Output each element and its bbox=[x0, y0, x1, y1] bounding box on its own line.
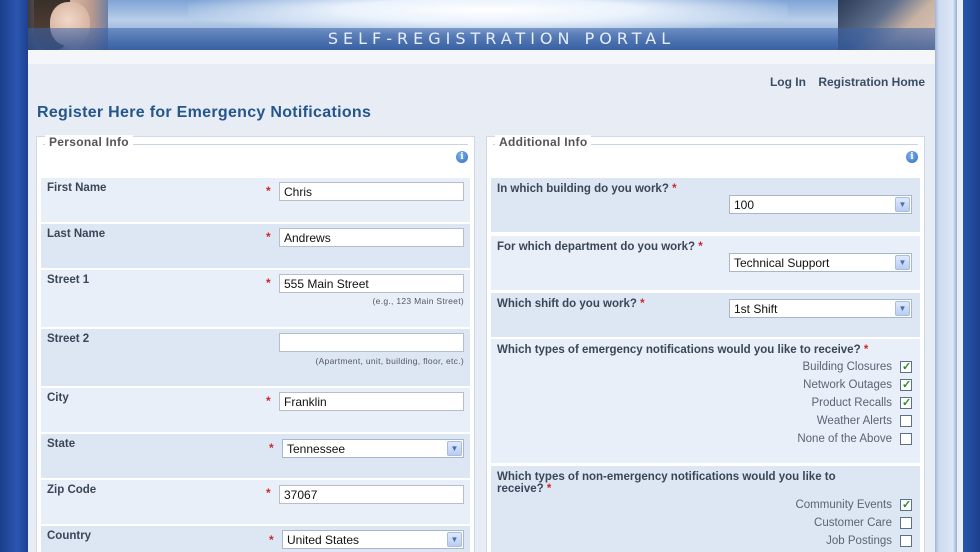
non-emergency-label: Which types of non-emergency notificatio… bbox=[497, 471, 836, 495]
personal-info-legend: Personal Info bbox=[45, 135, 133, 149]
first-name-row: First Name * Chris bbox=[41, 177, 470, 222]
option-label: Building Closures bbox=[802, 361, 893, 373]
community-events-checkbox[interactable] bbox=[900, 498, 912, 511]
shift-label: Which shift do you work? * bbox=[497, 298, 645, 310]
department-select[interactable]: Technical Support ▼ bbox=[729, 253, 912, 272]
city-label: City bbox=[47, 392, 69, 404]
street1-field[interactable]: 555 Main Street bbox=[279, 274, 464, 293]
state-row: State * Tennessee ▼ bbox=[41, 433, 470, 478]
required-mark: * bbox=[266, 184, 271, 198]
window-frame-left bbox=[0, 0, 28, 552]
registration-home-link[interactable]: Registration Home bbox=[818, 75, 925, 89]
option-label: None of the Above bbox=[797, 433, 892, 445]
building-row: In which building do you work? * 100 ▼ bbox=[491, 177, 920, 232]
chevron-down-icon[interactable]: ▼ bbox=[895, 301, 910, 316]
chevron-down-icon[interactable]: ▼ bbox=[447, 532, 462, 547]
product-recalls-checkbox[interactable] bbox=[900, 396, 912, 409]
none-of-the-above-checkbox[interactable] bbox=[900, 433, 912, 445]
non-emergency-row: Which types of non-emergency notificatio… bbox=[491, 465, 920, 552]
required-mark: * bbox=[266, 230, 271, 244]
option-label: Customer Care bbox=[814, 517, 892, 529]
banner-title: SELF-REGISTRATION PORTAL bbox=[327, 29, 676, 48]
street1-label: Street 1 bbox=[47, 274, 90, 286]
required-mark: * bbox=[269, 533, 274, 547]
street1-hint: (e.g., 123 Main Street) bbox=[372, 296, 464, 306]
state-label: State bbox=[47, 438, 76, 450]
street2-field[interactable] bbox=[279, 333, 464, 352]
required-mark: * bbox=[266, 276, 271, 290]
street2-label: Street 2 bbox=[47, 333, 90, 345]
first-name-field[interactable]: Chris bbox=[279, 182, 464, 201]
country-value: United States bbox=[287, 533, 360, 547]
chevron-down-icon[interactable]: ▼ bbox=[895, 197, 910, 212]
state-value: Tennessee bbox=[287, 442, 346, 456]
required-mark: * bbox=[266, 486, 271, 500]
window-frame-right bbox=[935, 0, 980, 552]
info-icon[interactable]: i bbox=[456, 151, 468, 163]
portal-page: SELF-REGISTRATION PORTAL Log In Registra… bbox=[28, 0, 935, 552]
last-name-label: Last Name bbox=[47, 228, 106, 240]
emergency-row: Which types of emergency notifications w… bbox=[491, 338, 920, 463]
required-mark: * bbox=[269, 441, 274, 455]
additional-info-legend: Additional Info bbox=[495, 135, 592, 149]
street2-row: Street 2 (Apartment, unit, building, flo… bbox=[41, 328, 470, 386]
chevron-down-icon[interactable]: ▼ bbox=[447, 441, 462, 456]
country-select[interactable]: United States ▼ bbox=[282, 530, 464, 549]
option-label: Community Events bbox=[795, 499, 892, 511]
option-label: Product Recalls bbox=[811, 397, 892, 409]
building-closures-checkbox[interactable] bbox=[900, 360, 912, 373]
header-banner: SELF-REGISTRATION PORTAL bbox=[28, 0, 935, 50]
option-label: Job Postings bbox=[826, 535, 892, 547]
option-label: Network Outages bbox=[803, 379, 892, 391]
shift-select[interactable]: 1st Shift ▼ bbox=[729, 299, 912, 318]
customer-care-checkbox[interactable] bbox=[900, 517, 912, 529]
zip-row: Zip Code * 37067 bbox=[41, 479, 470, 524]
country-label: Country bbox=[47, 530, 92, 542]
street2-hint: (Apartment, unit, building, floor, etc.) bbox=[315, 356, 464, 366]
zip-label: Zip Code bbox=[47, 484, 97, 496]
personal-info-panel: Personal Info i First Name * Chris Last … bbox=[36, 135, 475, 552]
department-label: For which department do you work? * bbox=[497, 241, 703, 253]
department-row: For which department do you work? * Tech… bbox=[491, 235, 920, 290]
building-label: In which building do you work? * bbox=[497, 183, 677, 195]
shift-row: Which shift do you work? * 1st Shift ▼ bbox=[491, 292, 920, 337]
info-icon[interactable]: i bbox=[906, 151, 918, 163]
login-link[interactable]: Log In bbox=[770, 75, 806, 89]
state-select[interactable]: Tennessee ▼ bbox=[282, 439, 464, 458]
top-nav: Log In Registration Home bbox=[761, 75, 925, 89]
country-row: Country * United States ▼ bbox=[41, 525, 470, 552]
street1-row: Street 1 * 555 Main Street (e.g., 123 Ma… bbox=[41, 269, 470, 327]
first-name-label: First Name bbox=[47, 182, 107, 194]
emergency-label: Which types of emergency notifications w… bbox=[497, 344, 869, 356]
last-name-row: Last Name * Andrews bbox=[41, 223, 470, 268]
city-row: City * Franklin bbox=[41, 387, 470, 432]
last-name-field[interactable]: Andrews bbox=[279, 228, 464, 247]
network-outages-checkbox[interactable] bbox=[900, 378, 912, 391]
building-value: 100 bbox=[734, 198, 755, 212]
zip-field[interactable]: 37067 bbox=[279, 485, 464, 504]
chevron-down-icon[interactable]: ▼ bbox=[895, 255, 910, 270]
building-select[interactable]: 100 ▼ bbox=[729, 195, 912, 214]
job-postings-checkbox[interactable] bbox=[900, 535, 912, 547]
additional-info-panel: Additional Info i In which building do y… bbox=[486, 135, 925, 552]
weather-alerts-checkbox[interactable] bbox=[900, 415, 912, 427]
page-title: Register Here for Emergency Notification… bbox=[37, 104, 372, 121]
required-mark: * bbox=[266, 394, 271, 408]
option-label: Weather Alerts bbox=[816, 415, 892, 427]
city-field[interactable]: Franklin bbox=[279, 392, 464, 411]
shift-value: 1st Shift bbox=[734, 302, 778, 316]
department-value: Technical Support bbox=[734, 256, 830, 270]
